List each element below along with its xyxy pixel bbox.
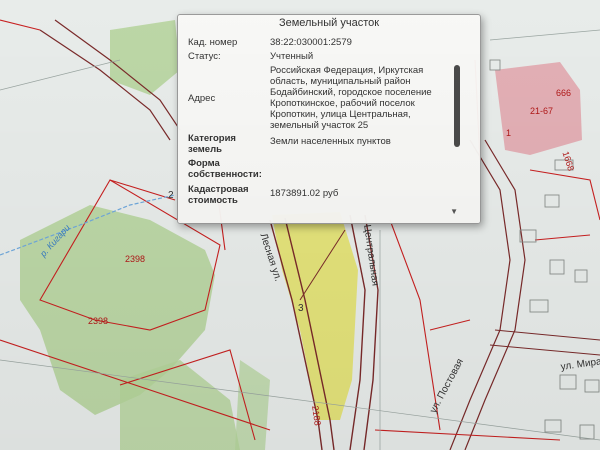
popup-body[interactable]: Кад. номер 38:22:030001:2579 Статус: Учт…	[188, 37, 453, 219]
small-label-3: 3	[298, 303, 304, 314]
parcel-label-2398-b: 2398	[88, 316, 109, 326]
parcel-label-2398: 2398	[125, 254, 146, 264]
info-value: Российская Федерация, Иркутская область,…	[270, 65, 432, 131]
info-value: Земли населенных пунктов	[270, 136, 391, 147]
parcel-label-666: 666	[556, 88, 572, 98]
map-screen: 2398 2398 2188 21-67 666 1 1668 р. Кигар…	[0, 0, 600, 450]
info-value: 1873891.02 руб	[270, 188, 339, 199]
info-key: Кадастровая стоимость	[188, 184, 249, 206]
info-key: Статус:	[188, 51, 221, 62]
info-row-cadastral-value: Кадастровая стоимость 1873891.02 руб	[188, 184, 453, 208]
info-row-address: Адрес Российская Федерация, Иркутская об…	[188, 65, 453, 133]
info-row-ownership: Форма собственности:	[188, 158, 453, 184]
scroll-down-arrow-icon[interactable]: ▼	[450, 207, 458, 216]
info-key: Адрес	[188, 93, 216, 104]
info-key: Кад. номер	[188, 37, 238, 48]
info-value: 38:22:030001:2579	[270, 37, 352, 48]
popup-title: Земельный участок	[278, 17, 380, 29]
info-value	[270, 158, 453, 184]
info-row-kad-number: Кад. номер 38:22:030001:2579	[188, 37, 453, 51]
info-key: Форма собственности:	[188, 158, 262, 180]
info-row-land-category: Категория земель Земли населенных пункто…	[188, 133, 453, 158]
small-label-2: 2	[168, 190, 174, 201]
info-row-status: Статус: Учтенный	[188, 51, 453, 65]
parcel-label-21-67: 21-67	[530, 106, 554, 116]
info-value: Учтенный	[270, 51, 314, 62]
parcel-label-1: 1	[506, 128, 512, 138]
popup-scrollbar[interactable]	[454, 47, 460, 207]
info-key: Категория земель	[188, 133, 236, 155]
parcel-info-popup: Земельный участок Кад. номер 38:22:03000…	[177, 14, 481, 224]
popup-scrollbar-thumb[interactable]	[454, 65, 460, 147]
